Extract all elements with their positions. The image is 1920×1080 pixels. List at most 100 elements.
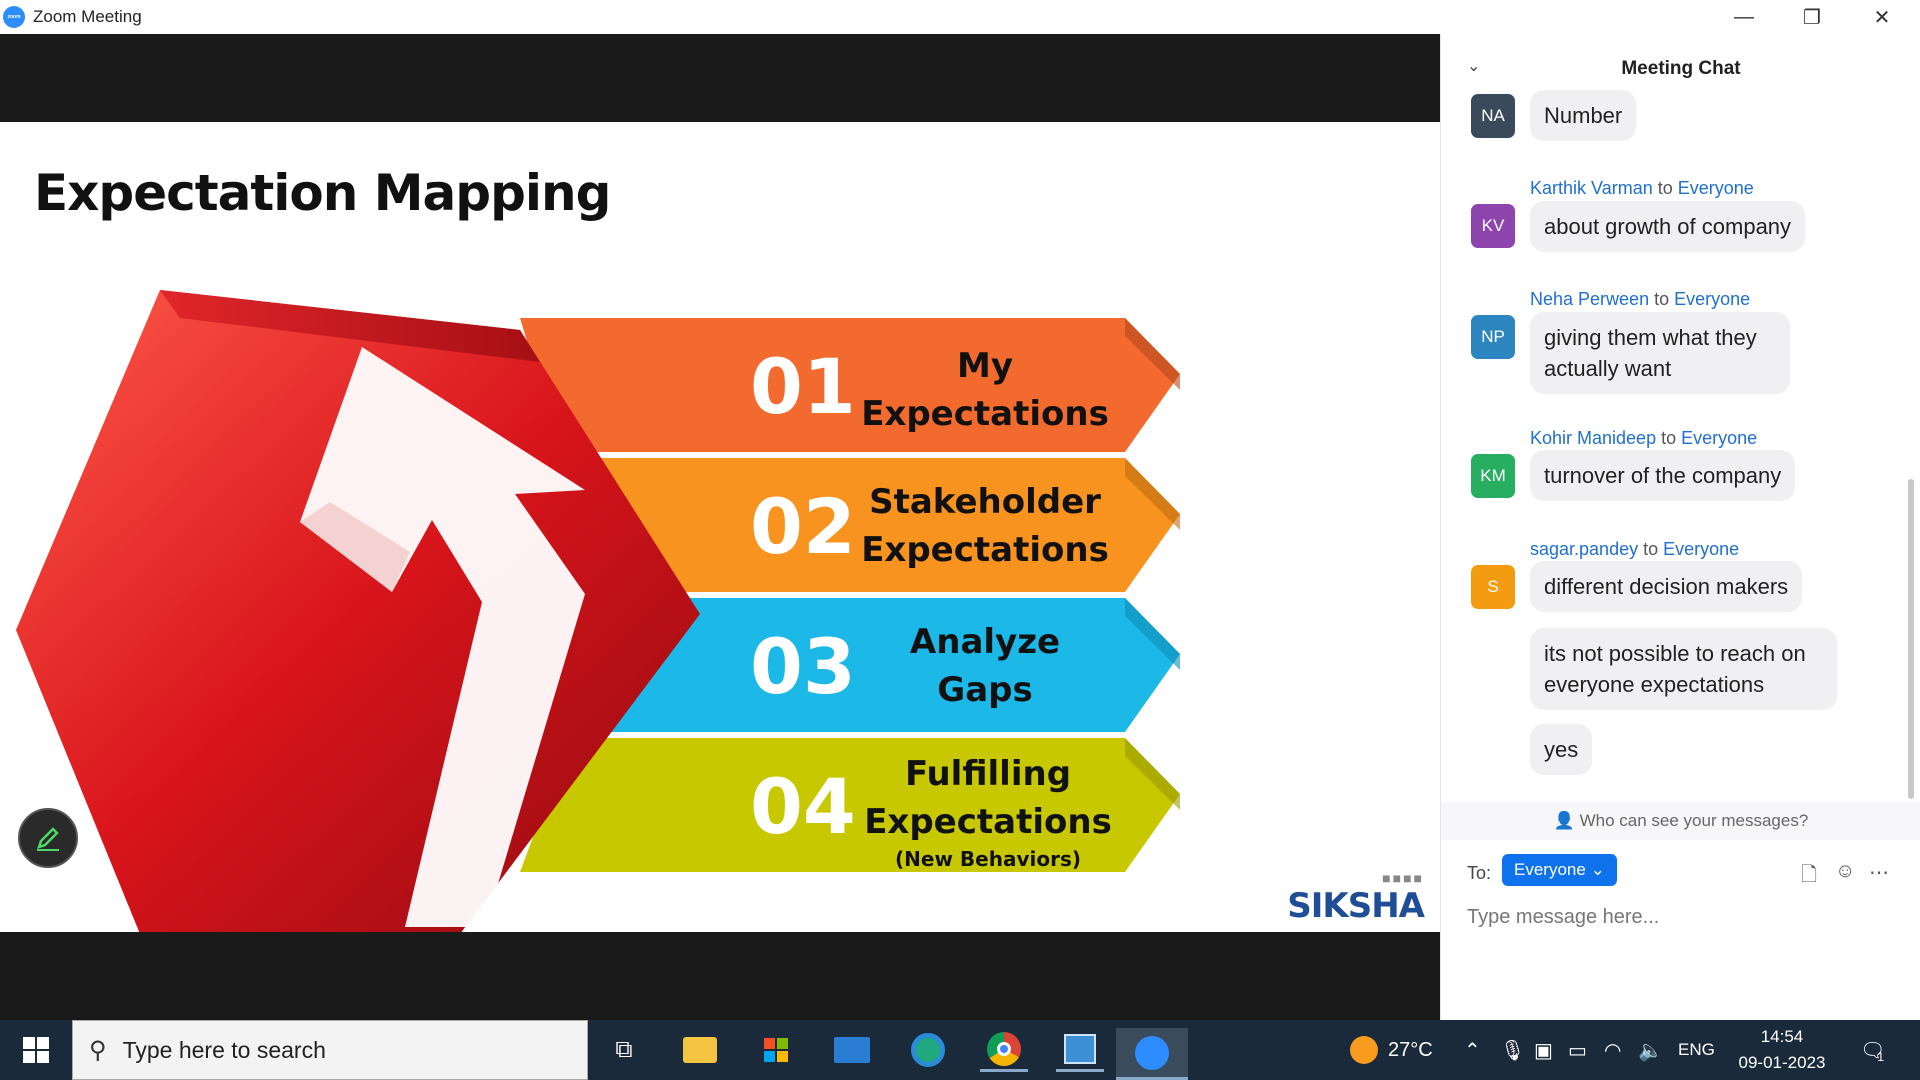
chat-scrollbar[interactable] bbox=[1908, 479, 1914, 799]
zoom-taskbar-icon[interactable] bbox=[1116, 1028, 1188, 1080]
sender-line: sagar.pandey to Everyone bbox=[1530, 539, 1739, 560]
chevron-up-icon[interactable]: ⌃ bbox=[1464, 1020, 1481, 1080]
step-number-01: 01 bbox=[750, 342, 856, 431]
language-indicator[interactable]: ENG bbox=[1678, 1020, 1715, 1080]
step-label-03-line1: Analyze bbox=[909, 622, 1061, 662]
to-word: to bbox=[1654, 289, 1670, 309]
windows-start-button[interactable] bbox=[0, 1020, 72, 1080]
sun-icon bbox=[1350, 1036, 1378, 1064]
step-label-03: Analyze Gaps bbox=[855, 618, 1115, 714]
notification-button[interactable]: 🗨 1 bbox=[1860, 1020, 1885, 1080]
avatar-s: S bbox=[1471, 565, 1515, 609]
chat-title: Meeting Chat bbox=[1621, 58, 1741, 79]
recipient-name: Everyone bbox=[1674, 289, 1751, 309]
avatar-np: NP bbox=[1471, 315, 1515, 359]
sender-line: Kohir Manideep to Everyone bbox=[1530, 428, 1757, 449]
avatar-na: NA bbox=[1471, 94, 1515, 138]
to-word: to bbox=[1661, 428, 1677, 448]
step-label-04-sub: (New Behaviors) bbox=[895, 847, 1081, 871]
step-label-02: Stakeholder Expectations bbox=[855, 478, 1115, 574]
siksha-logo: ■■■■ SIKSHA bbox=[1287, 870, 1425, 926]
shared-screen: Expectation Mapping 01 My Expectations 0… bbox=[0, 34, 1440, 1020]
step-label-01: My Expectations bbox=[855, 342, 1115, 438]
photos-icon[interactable] bbox=[1056, 1028, 1104, 1072]
more-icon[interactable]: ⋯ bbox=[1869, 860, 1889, 885]
chat-bubble: its not possible to reach on everyone ex… bbox=[1530, 628, 1837, 710]
to-word: to bbox=[1657, 178, 1673, 198]
restore-button[interactable]: ❐ bbox=[1782, 0, 1842, 34]
chat-bubble: different decision makers bbox=[1530, 561, 1803, 612]
chrome-browser-icon[interactable] bbox=[980, 1028, 1028, 1072]
notification-count: 1 bbox=[1877, 1050, 1885, 1064]
battery-icon[interactable]: ▭ bbox=[1568, 1020, 1587, 1080]
weather-widget[interactable]: 27°C bbox=[1350, 1020, 1433, 1080]
microsoft-store-icon[interactable] bbox=[752, 1028, 800, 1072]
step-label-04-line2: Expectations bbox=[864, 802, 1112, 842]
to-label: To: bbox=[1467, 863, 1492, 883]
slide-graphic bbox=[16, 290, 1180, 932]
screen-icon[interactable]: ▣ bbox=[1534, 1020, 1553, 1080]
sender-line: Neha Perween to Everyone bbox=[1530, 289, 1750, 310]
clock-date: 09-01-2023 bbox=[1738, 1053, 1826, 1072]
title-bar: zoom Zoom Meeting — ❐ ✕ bbox=[0, 0, 1920, 34]
temperature: 27°C bbox=[1388, 1038, 1433, 1061]
chat-bubble: Number bbox=[1530, 90, 1637, 141]
wifi-icon[interactable]: ◠ bbox=[1604, 1020, 1621, 1080]
step-label-04: Fulfilling Expectations (New Behaviors) bbox=[858, 750, 1118, 872]
chat-bubble: about growth of company bbox=[1530, 201, 1806, 252]
step-label-04-line1: Fulfilling bbox=[904, 754, 1072, 794]
slide-title: Expectation Mapping bbox=[34, 164, 611, 222]
siksha-logo-text: SIKSHA bbox=[1287, 886, 1425, 926]
windows-taskbar: ⚲ Type here to search ⧉ 27°C ⌃ 🎙 ▣ ▭ ◠ 🔈… bbox=[0, 1020, 1920, 1080]
chat-header: ⌄ Meeting Chat bbox=[1441, 34, 1920, 102]
file-icon[interactable]: 🗋 bbox=[1801, 860, 1817, 894]
emoji-icon[interactable]: ☺ bbox=[1835, 860, 1855, 883]
volume-icon[interactable]: 🔈 bbox=[1638, 1020, 1663, 1080]
sender-name[interactable]: Kohir Manideep bbox=[1530, 428, 1656, 448]
window-title: Zoom Meeting bbox=[33, 7, 142, 26]
recipient-value: Everyone bbox=[1514, 860, 1586, 879]
meeting-chat-panel: ⌄ Meeting Chat NA Number Karthik Varman … bbox=[1440, 34, 1920, 1020]
step-label-01-line2: Expectations bbox=[861, 394, 1109, 434]
recipient-name: Everyone bbox=[1677, 178, 1754, 198]
chat-bubble: yes bbox=[1530, 724, 1593, 775]
clock-time: 14:54 bbox=[1760, 1027, 1804, 1046]
siksha-logo-dots: ■■■■ bbox=[1382, 870, 1424, 886]
step-number-02: 02 bbox=[750, 482, 856, 571]
step-label-02-line2: Expectations bbox=[861, 530, 1109, 570]
recipient-name: Everyone bbox=[1681, 428, 1758, 448]
recipient-dropdown[interactable]: Everyone ⌄ bbox=[1502, 854, 1617, 886]
clock[interactable]: 14:54 09-01-2023 bbox=[1722, 1024, 1842, 1076]
microphone-icon[interactable]: 🎙 bbox=[1500, 1020, 1525, 1080]
windows-logo-icon bbox=[23, 1037, 49, 1063]
close-button[interactable]: ✕ bbox=[1852, 0, 1912, 34]
task-view-icon[interactable]: ⧉ bbox=[600, 1028, 648, 1072]
minimize-button[interactable]: — bbox=[1714, 0, 1774, 34]
taskbar-search[interactable]: ⚲ Type here to search bbox=[72, 1020, 588, 1080]
presentation-slide: Expectation Mapping 01 My Expectations 0… bbox=[0, 122, 1440, 932]
sender-name[interactable]: sagar.pandey bbox=[1530, 539, 1638, 559]
step-label-01-line1: My bbox=[957, 346, 1013, 386]
chat-bubble: giving them what they actually want bbox=[1530, 312, 1790, 394]
annotation-pen-button[interactable] bbox=[18, 808, 78, 868]
message-input[interactable] bbox=[1467, 906, 1897, 929]
to-word: to bbox=[1643, 539, 1659, 559]
step-number-04: 04 bbox=[750, 762, 856, 851]
step-label-02-line1: Stakeholder bbox=[869, 482, 1101, 522]
sender-line: Karthik Varman to Everyone bbox=[1530, 178, 1754, 199]
chat-bubble: turnover of the company bbox=[1530, 450, 1796, 501]
sender-name[interactable]: Neha Perween bbox=[1530, 289, 1649, 309]
search-placeholder: Type here to search bbox=[122, 1036, 326, 1063]
sender-name[interactable]: Karthik Varman bbox=[1530, 178, 1653, 198]
search-icon: ⚲ bbox=[89, 1036, 107, 1064]
avatar-km: KM bbox=[1471, 454, 1515, 498]
step-number-03: 03 bbox=[750, 622, 856, 711]
file-explorer-icon[interactable] bbox=[676, 1028, 724, 1072]
chevron-down-icon: ⌄ bbox=[1590, 860, 1605, 879]
zoom-logo-icon: zoom bbox=[3, 6, 25, 28]
privacy-notice[interactable]: 👤 Who can see your messages? bbox=[1441, 802, 1920, 840]
edge-browser-icon[interactable] bbox=[904, 1028, 952, 1072]
privacy-text: Who can see your messages? bbox=[1579, 811, 1809, 830]
recipient-name: Everyone bbox=[1663, 539, 1740, 559]
mail-icon[interactable] bbox=[828, 1028, 876, 1072]
